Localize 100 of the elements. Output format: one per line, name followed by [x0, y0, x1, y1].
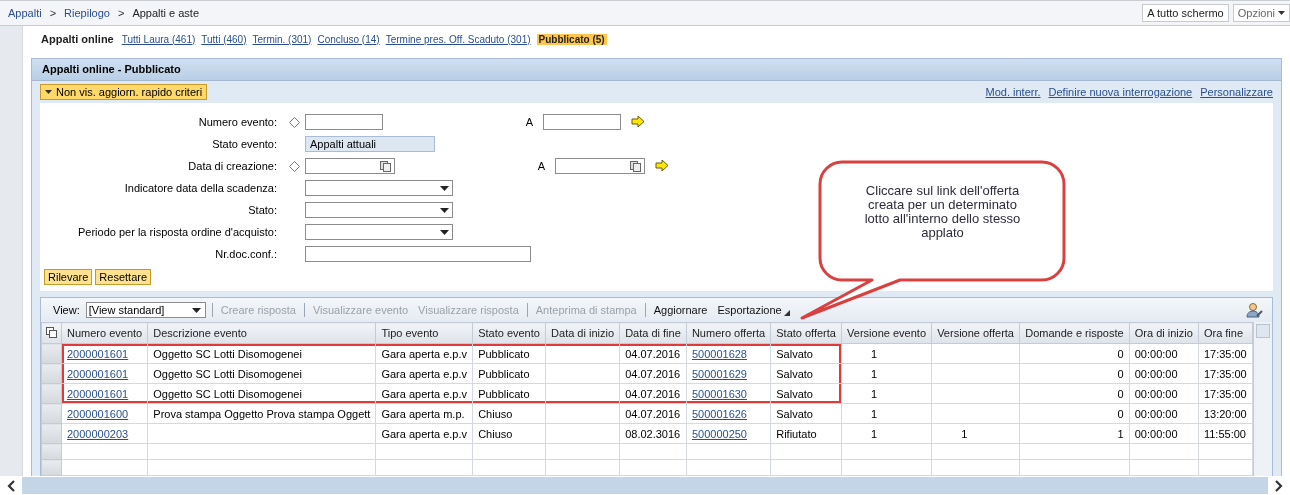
- filter-tab[interactable]: Concluso (14): [317, 33, 380, 45]
- column-header[interactable]: Descrizione evento: [147, 322, 376, 344]
- date-field[interactable]: [555, 158, 645, 174]
- field-label: Indicatore data della scadenza:: [123, 182, 278, 194]
- table-cell: Pubblicato: [478, 367, 530, 380]
- field-label: Nr.doc.conf.:: [214, 248, 278, 260]
- table-cell: 00:00:00: [1134, 387, 1178, 400]
- header-button[interactable]: A tutto schermo: [1142, 4, 1229, 22]
- panel-title: Appalti online - Pubblicato: [32, 59, 1281, 81]
- table-cell: Prova stampa Oggetto Prova stampa Oggett: [153, 407, 371, 420]
- filter-tab[interactable]: Termin. (301): [252, 33, 312, 45]
- column-header[interactable]: Versione offerta: [931, 322, 1020, 344]
- filter-tab[interactable]: Tutti Laura (461): [121, 33, 196, 45]
- dropdown-caret-icon: [191, 307, 201, 313]
- diamond-icon[interactable]: [288, 160, 300, 172]
- table-cell: 13:20:00: [1203, 407, 1247, 420]
- dropdown-caret-icon: [440, 207, 449, 213]
- filter-tab[interactable]: Tutti (460): [201, 33, 247, 45]
- dropdown-caret-icon: [440, 229, 449, 235]
- table-cell: 1: [1117, 427, 1124, 440]
- horizontal-scrollbar[interactable]: [22, 477, 1268, 494]
- status-display-field: Appalti attuali: [305, 136, 435, 152]
- column-header[interactable]: Ora fine: [1198, 322, 1253, 344]
- column-header[interactable]: Numero evento: [61, 322, 148, 344]
- form-button[interactable]: Rilevare: [44, 269, 93, 285]
- input-field[interactable]: [543, 114, 621, 130]
- field-label: Data di creazione:: [187, 160, 278, 172]
- table-cell: Pubblicato: [478, 387, 530, 400]
- arrow-icon[interactable]: [631, 115, 645, 129]
- toolbar-button[interactable]: Aggiornare: [651, 304, 710, 316]
- toolbar-button[interactable]: Esportazione: [715, 304, 792, 316]
- field-label: Periodo per la risposta ordine d'acquisto:: [77, 226, 278, 238]
- table-cell: 04.07.2016: [625, 387, 681, 400]
- table-cell-text: 1: [870, 387, 878, 400]
- table-cell: Rifiutato: [776, 427, 817, 440]
- column-header[interactable]: Tipo evento: [375, 322, 473, 344]
- table-cell: 0: [1117, 407, 1124, 420]
- column-header[interactable]: Numero offerta: [686, 322, 771, 344]
- table-cell: Salvato: [776, 367, 813, 380]
- dropdown-field[interactable]: [305, 202, 453, 218]
- dropdown-field[interactable]: [305, 180, 453, 196]
- breadcrumb-item[interactable]: Riepilogo: [64, 7, 110, 19]
- filter-tab[interactable]: Pubblicato (5): [536, 33, 607, 45]
- field-label: Numero evento:: [197, 116, 278, 128]
- callout-text: Cliccare sul link dell'offerta creata per un determinato lotto all'interno dello stesso applato: [863, 184, 1022, 240]
- select-all-icon[interactable]: [46, 326, 57, 338]
- table-cell: 00:00:00: [1134, 427, 1178, 440]
- header-button[interactable]: Opzioni: [1232, 4, 1290, 22]
- table-cell: 04.07.2016: [625, 407, 681, 420]
- filter-tab[interactable]: Termine pres. Off. Scaduto (301): [385, 33, 531, 45]
- caret-icon: [45, 90, 52, 94]
- table-cell: Oggetto SC Lotti Disomogenei: [153, 387, 302, 400]
- table-cell: Gara aperta e.p.v: [381, 367, 467, 380]
- table-cell: Oggetto SC Lotti Disomogenei: [153, 367, 302, 380]
- date-field[interactable]: [305, 158, 395, 174]
- table-cell: Gara aperta e.p.v: [381, 427, 467, 440]
- column-header[interactable]: Stato offerta: [770, 322, 842, 344]
- table-cell: Gara aperta e.p.v: [381, 347, 467, 360]
- column-header[interactable]: Versione evento: [841, 322, 932, 344]
- table-cell: 04.07.2016: [625, 347, 681, 360]
- table-cell-text: 1: [870, 427, 878, 440]
- person-settings-icon[interactable]: [1246, 302, 1264, 318]
- column-header[interactable]: Data di inizio: [545, 322, 620, 344]
- calendar-icon[interactable]: [380, 160, 391, 172]
- field-label: Stato evento:: [211, 138, 278, 150]
- dropdown-field[interactable]: [305, 224, 453, 240]
- table-cell: Gara aperta e.p.v: [381, 387, 467, 400]
- table-cell: 00:00:00: [1134, 407, 1178, 420]
- input-field[interactable]: [305, 114, 383, 130]
- column-header[interactable]: Domande e risposte: [1019, 322, 1130, 344]
- toggle-criteria-button[interactable]: Non vis. aggiorn. rapido criteri: [40, 84, 208, 100]
- scroll-right-icon[interactable]: [1275, 479, 1283, 492]
- table-cell: 0: [1117, 387, 1124, 400]
- query-link[interactable]: Definire nuova interrogazione: [1048, 86, 1193, 98]
- query-link[interactable]: Mod. interr.: [985, 86, 1041, 98]
- column-header[interactable]: Stato evento: [472, 322, 546, 344]
- table-cell-text: 1: [870, 367, 878, 380]
- column-header[interactable]: Ora di inizio: [1129, 322, 1199, 344]
- form-button[interactable]: Resettare: [95, 269, 152, 285]
- table-cell: Gara aperta m.p.: [381, 407, 465, 420]
- caret-icon: [1278, 11, 1285, 15]
- breadcrumb-separator: >: [49, 7, 57, 19]
- table-cell: 04.07.2016: [625, 367, 681, 380]
- breadcrumb-item[interactable]: Appalti: [8, 7, 42, 19]
- arrow-icon[interactable]: [655, 159, 669, 173]
- table-cell: Chiuso: [478, 407, 513, 420]
- table-cell: Salvato: [776, 407, 813, 420]
- input-field[interactable]: [305, 246, 531, 262]
- table-cell: 11:55:00: [1203, 427, 1246, 440]
- calendar-icon[interactable]: [630, 160, 641, 172]
- column-header[interactable]: Data di fine: [619, 322, 687, 344]
- diamond-icon[interactable]: [288, 116, 300, 128]
- view-dropdown[interactable]: [View standard]: [85, 302, 206, 318]
- field-label: Stato:: [247, 204, 278, 216]
- table-cell: 0: [1117, 347, 1124, 360]
- table-cell: 0: [1117, 367, 1124, 380]
- query-link[interactable]: Personalizzare: [1200, 86, 1273, 98]
- table-cell: 17:35:00: [1203, 347, 1247, 360]
- breadcrumb-item[interactable]: Appalti e aste: [132, 7, 200, 19]
- scroll-left-icon[interactable]: [7, 479, 15, 492]
